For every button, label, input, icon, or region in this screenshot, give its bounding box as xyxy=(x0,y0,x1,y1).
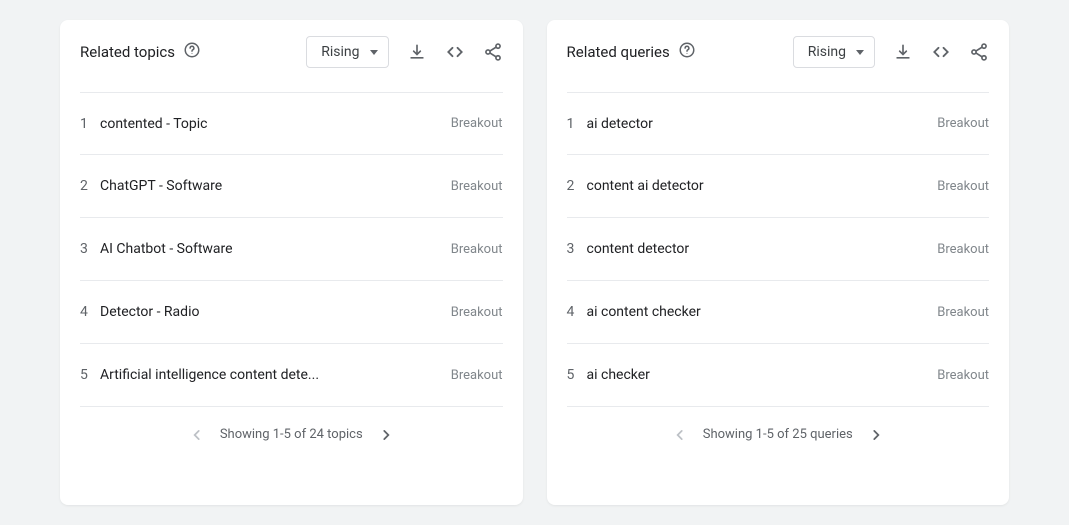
panel-header: Related topics Rising xyxy=(60,20,523,92)
item-label: ai detector xyxy=(587,116,938,132)
pager-text: Showing 1-5 of 25 queries xyxy=(703,427,853,442)
rank: 5 xyxy=(80,367,100,383)
help-icon[interactable] xyxy=(670,41,696,63)
rank: 3 xyxy=(80,241,100,257)
list-item[interactable]: 5 Artificial intelligence content dete..… xyxy=(80,344,503,407)
caret-down-icon xyxy=(370,50,378,55)
item-label: contented - Topic xyxy=(100,116,451,132)
metric: Breakout xyxy=(937,368,989,383)
sort-label: Rising xyxy=(321,44,359,60)
metric: Breakout xyxy=(451,242,503,257)
item-label: Artificial intelligence content dete... xyxy=(100,367,451,383)
item-label: Detector - Radio xyxy=(100,304,451,320)
sort-select[interactable]: Rising xyxy=(793,36,875,68)
metric: Breakout xyxy=(451,116,503,131)
list-item[interactable]: 4 Detector - Radio Breakout xyxy=(80,281,503,344)
related-topics-panel: Related topics Rising 1 contented - Topi… xyxy=(60,20,523,505)
embed-icon[interactable] xyxy=(445,42,465,62)
metric: Breakout xyxy=(937,305,989,320)
rank: 1 xyxy=(80,116,100,132)
sort-select[interactable]: Rising xyxy=(306,36,388,68)
item-label: ai checker xyxy=(587,367,938,383)
item-label: content detector xyxy=(587,241,938,257)
download-icon[interactable] xyxy=(407,42,427,62)
caret-down-icon xyxy=(856,50,864,55)
rank: 4 xyxy=(567,304,587,320)
list-item[interactable]: 1 ai detector Breakout xyxy=(567,92,990,155)
item-label: AI Chatbot - Software xyxy=(100,241,451,257)
sort-label: Rising xyxy=(808,44,846,60)
header-actions xyxy=(893,42,989,62)
share-icon[interactable] xyxy=(969,42,989,62)
list-item[interactable]: 2 content ai detector Breakout xyxy=(567,155,990,218)
embed-icon[interactable] xyxy=(931,42,951,62)
related-queries-panel: Related queries Rising 1 ai detector Bre… xyxy=(547,20,1010,505)
metric: Breakout xyxy=(937,179,989,194)
rank: 4 xyxy=(80,304,100,320)
metric: Breakout xyxy=(937,116,989,131)
metric: Breakout xyxy=(937,242,989,257)
item-label: ai content checker xyxy=(587,304,938,320)
item-label: ChatGPT - Software xyxy=(100,178,451,194)
rank: 2 xyxy=(80,178,100,194)
rank: 5 xyxy=(567,367,587,383)
rank: 3 xyxy=(567,241,587,257)
next-page-button[interactable] xyxy=(379,428,393,442)
panel-header: Related queries Rising xyxy=(547,20,1010,92)
list-item[interactable]: 3 AI Chatbot - Software Breakout xyxy=(80,218,503,281)
rank: 2 xyxy=(567,178,587,194)
header-actions xyxy=(407,42,503,62)
metric: Breakout xyxy=(451,305,503,320)
pager: Showing 1-5 of 24 topics xyxy=(60,407,523,460)
panel-title: Related queries xyxy=(567,43,670,61)
list-item[interactable]: 5 ai checker Breakout xyxy=(567,344,990,407)
list-item[interactable]: 1 contented - Topic Breakout xyxy=(80,92,503,155)
list-item[interactable]: 3 content detector Breakout xyxy=(567,218,990,281)
pager-text: Showing 1-5 of 24 topics xyxy=(220,427,363,442)
prev-page-button[interactable] xyxy=(190,428,204,442)
panel-title: Related topics xyxy=(80,43,175,61)
metric: Breakout xyxy=(451,368,503,383)
rank: 1 xyxy=(567,116,587,132)
share-icon[interactable] xyxy=(483,42,503,62)
list-item[interactable]: 2 ChatGPT - Software Breakout xyxy=(80,155,503,218)
item-label: content ai detector xyxy=(587,178,938,194)
metric: Breakout xyxy=(451,179,503,194)
pager: Showing 1-5 of 25 queries xyxy=(547,407,1010,460)
help-icon[interactable] xyxy=(175,41,201,63)
download-icon[interactable] xyxy=(893,42,913,62)
rows-list: 1 ai detector Breakout 2 content ai dete… xyxy=(547,92,1010,407)
prev-page-button[interactable] xyxy=(673,428,687,442)
rows-list: 1 contented - Topic Breakout 2 ChatGPT -… xyxy=(60,92,523,407)
next-page-button[interactable] xyxy=(869,428,883,442)
list-item[interactable]: 4 ai content checker Breakout xyxy=(567,281,990,344)
